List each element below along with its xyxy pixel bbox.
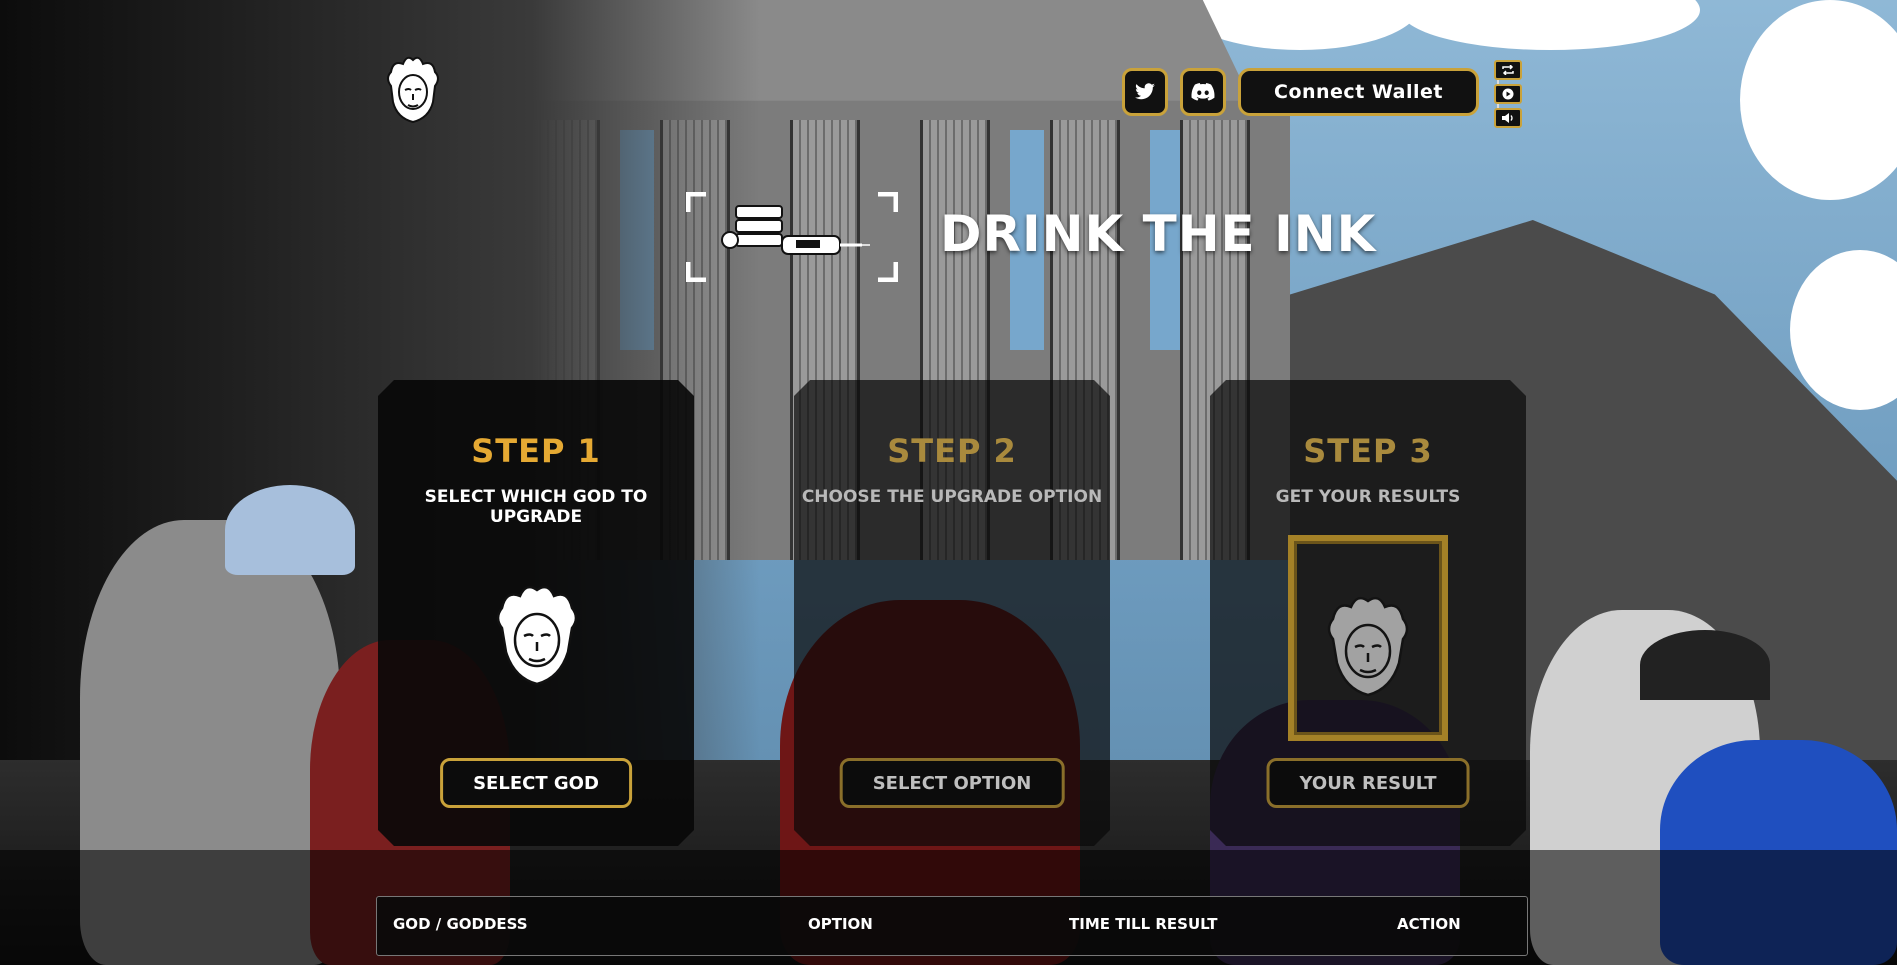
- tattoo-machine-icon: [685, 191, 899, 283]
- result-frame: [1288, 535, 1448, 741]
- god-portrait-icon: [492, 580, 582, 690]
- column-header-time: TIME TILL RESULT: [1069, 915, 1218, 933]
- step-description: SELECT WHICH GOD TO UPGRADE: [424, 487, 648, 527]
- character-figure: [1640, 630, 1770, 700]
- volume-icon: [1502, 113, 1513, 123]
- play-icon: [1502, 88, 1514, 100]
- repeat-icon: [1502, 65, 1514, 75]
- logo[interactable]: [383, 52, 443, 128]
- column-header-god: GOD / GODDESS: [393, 915, 528, 933]
- step-title: STEP 1: [471, 432, 601, 470]
- step-card-2: STEP 2 CHOOSE THE UPGRADE OPTION SELECT …: [794, 380, 1110, 846]
- connect-wallet-button[interactable]: Connect Wallet: [1238, 68, 1479, 116]
- page-title: DRINK THE INK: [940, 205, 1377, 263]
- discord-button[interactable]: [1180, 68, 1226, 116]
- step-description: CHOOSE THE UPGRADE OPTION: [801, 487, 1103, 507]
- step-title: STEP 3: [1303, 432, 1433, 470]
- results-table: GOD / GODDESS OPTION TIME TILL RESULT AC…: [376, 896, 1528, 956]
- header-actions: Connect Wallet: [1122, 67, 1499, 117]
- twitter-button[interactable]: [1122, 68, 1168, 116]
- god-portrait-icon: [1327, 596, 1409, 697]
- select-option-button[interactable]: SELECT OPTION: [839, 758, 1065, 808]
- play-button[interactable]: [1494, 84, 1522, 104]
- god-head-icon: [387, 56, 439, 124]
- media-controls: [1494, 60, 1522, 128]
- step-title: STEP 2: [887, 432, 1017, 470]
- step-description: GET YOUR RESULTS: [1275, 487, 1461, 507]
- volume-button[interactable]: [1494, 108, 1522, 128]
- step-card-3: STEP 3 GET YOUR RESULTS YOUR RESULT: [1210, 380, 1526, 846]
- repeat-button[interactable]: [1494, 60, 1522, 80]
- column-header-action: ACTION: [1397, 915, 1461, 933]
- select-god-button[interactable]: SELECT GOD: [440, 758, 632, 808]
- step-card-1: STEP 1 SELECT WHICH GOD TO UPGRADE SELEC…: [378, 380, 694, 846]
- discord-icon: [1191, 83, 1215, 101]
- character-figure: [225, 485, 355, 575]
- twitter-icon: [1135, 83, 1155, 100]
- column-header-option: OPTION: [808, 915, 873, 933]
- your-result-button[interactable]: YOUR RESULT: [1266, 758, 1470, 808]
